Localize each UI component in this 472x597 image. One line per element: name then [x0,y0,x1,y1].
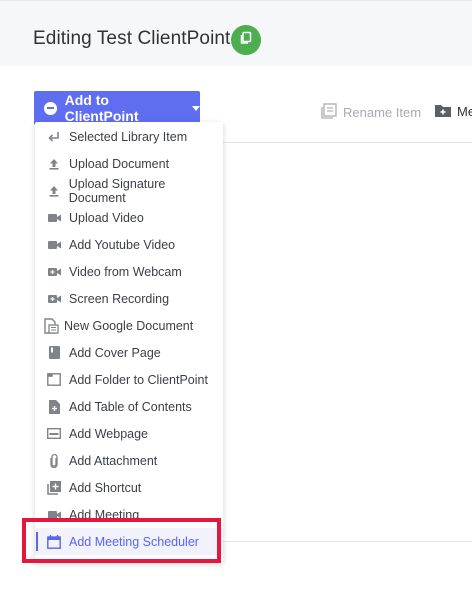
menu-item-label: New Google Document [64,318,194,333]
menu-item-upload-signature-document[interactable]: Upload Signature Document [35,176,223,205]
menu-item-label: Add Shortcut [69,480,142,495]
menu-item-screen-recording[interactable]: Screen Recording [35,285,223,312]
menu-item-add-folder[interactable]: Add Folder to ClientPoint [35,366,223,393]
menu-item-upload-video[interactable]: Upload Video [35,204,223,231]
folder-icon [46,372,62,388]
highlight-box [22,518,221,563]
move-label: Me [457,104,472,119]
web-icon [46,426,62,442]
menu-item-add-table-of-contents[interactable]: Add Table of Contents [35,393,223,420]
copy-icon [239,31,253,50]
copy-button[interactable] [231,25,261,55]
menu-item-add-cover-page[interactable]: Add Cover Page [35,339,223,366]
add-button-label: Add to ClientPoint [64,92,139,124]
book-icon [46,345,62,361]
page-header: Editing Test ClientPoint [0,0,472,66]
upload-icon [46,156,62,172]
menu-item-label: Upload Video [69,210,144,225]
content-bottom-divider [222,541,472,542]
video-camera-icon [46,210,62,226]
menu-item-add-webpage[interactable]: Add Webpage [35,420,223,447]
menu-item-label: Add Attachment [69,453,158,468]
menu-item-label: Selected Library Item [69,129,188,144]
rename-item-label: Rename Item [343,105,422,120]
menu-item-upload-document[interactable]: Upload Document [35,150,223,177]
menu-item-label: Add Webpage [69,426,148,441]
video-camera-icon [46,237,62,253]
menu-item-label: Add Youtube Video [69,237,176,252]
move-button[interactable]: Me [435,103,472,120]
rename-icon [321,103,337,122]
return-arrow-icon [46,129,62,145]
menu-item-add-attachment[interactable]: Add Attachment [35,447,223,474]
google-doc-icon [43,317,59,334]
video-plus-icon [46,291,62,307]
paperclip-icon [46,453,62,469]
menu-item-label: Add Cover Page [69,345,161,360]
add-to-clientpoint-button[interactable]: Add to ClientPoint [34,91,200,125]
menu-item-label: Upload Signature Document [68,176,166,205]
content-divider [222,142,472,143]
upload-icon [46,183,62,199]
doc-plus-icon [46,399,62,415]
caret-down-icon [192,105,200,111]
menu-item-label: Screen Recording [69,291,170,306]
minus-circle-icon [44,101,57,115]
menu-item-label: Add Table of Contents [69,399,192,414]
menu-item-label: Video from Webcam [69,264,182,279]
page-title: Editing Test ClientPoint [33,28,231,49]
menu-item-selected-library-item[interactable]: Selected Library Item [35,123,223,150]
menu-item-new-google-document[interactable]: New Google Document [35,312,223,339]
menu-item-label: Upload Document [69,156,170,171]
rename-item-button[interactable]: Rename Item [321,103,421,122]
add-menu-dropdown: Selected Library Item Upload Document Up… [35,122,223,562]
shortcut-icon [46,480,62,496]
menu-item-video-from-webcam[interactable]: Video from Webcam [35,258,223,285]
menu-item-add-youtube-video[interactable]: Add Youtube Video [35,231,223,258]
menu-item-label: Add Folder to ClientPoint [69,372,208,387]
video-plus-icon [46,264,62,280]
menu-item-add-shortcut[interactable]: Add Shortcut [35,474,223,501]
folder-plus-icon [435,103,451,120]
